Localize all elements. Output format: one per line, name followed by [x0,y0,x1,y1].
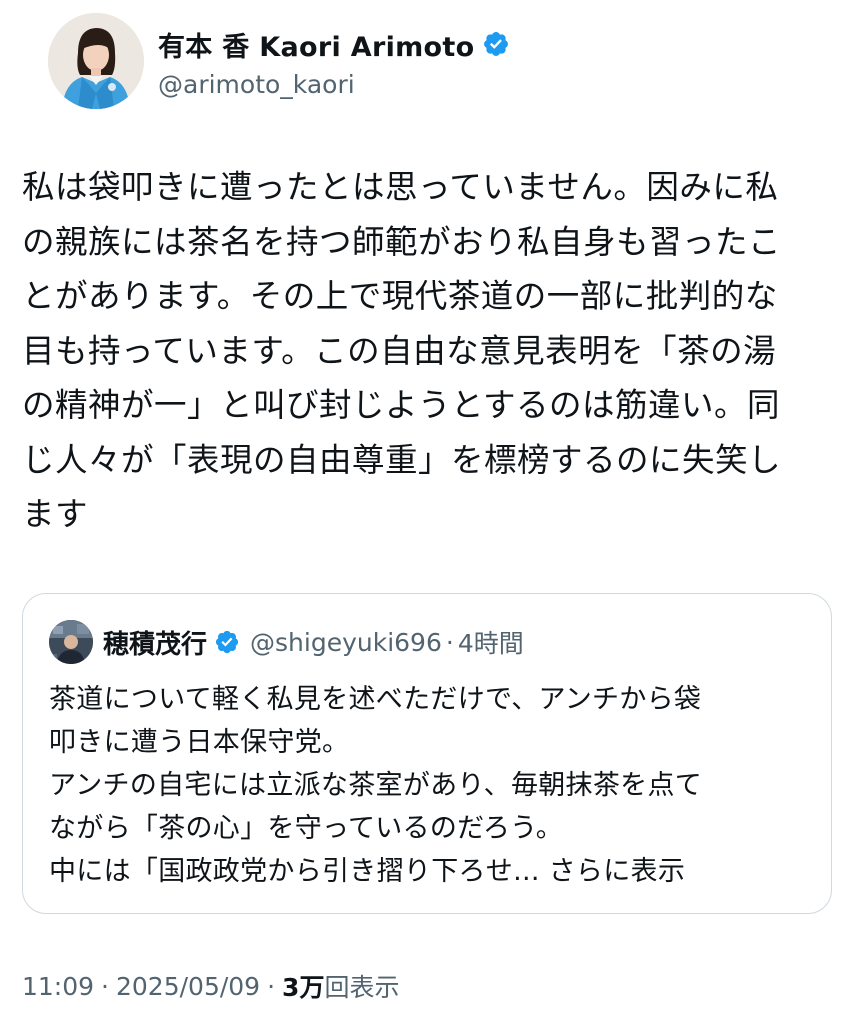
quoted-tweet-text: 茶道について軽く私見を述べただけで、アンチから袋 叩きに遭う日本保守党。 アンチ… [49,678,819,893]
tweet-header: 有本 香 Kaori Arimoto @arimoto_kaori [30,10,820,110]
show-more-link[interactable]: さらに表示 [540,856,685,887]
author-avatar[interactable] [48,13,144,109]
quoted-tweet-time[interactable]: 4時間 [458,624,524,660]
quoted-author-avatar[interactable] [49,620,93,664]
quoted-tweet-card[interactable]: 穂積茂行 @shigeyuki696 · 4時間 茶道について軽く私見を述べただ… [22,593,832,914]
tweet-time[interactable]: 11:09 [22,972,94,1001]
tweet-text-line: 目も持っています。この自由な意見表明を「茶の湯 [22,331,777,370]
tweet-text-line: の親族には茶名を持つ師範がおり私自身も習ったこ [22,222,782,261]
tweet-text-line: じ人々が「表現の自由尊重」を標榜するのに失笑し [22,440,782,479]
verified-badge-icon [482,30,510,58]
quoted-text-line: アンチの自宅には立派な茶室があり、毎朝抹茶を点て [49,770,703,801]
quoted-text-line: 叩きに遭う日本保守党。 [49,727,350,758]
separator-dot: · [267,971,276,1001]
tweet-text-line: とがあります。その上で現代茶道の一部に批判的な [22,277,778,315]
separator-dot: · [101,971,109,1001]
tweet-meta: 11:09 · 2025/05/09 · 3万 回表示 [22,966,399,1006]
author-handle[interactable]: @arimoto_kaori [158,70,355,99]
separator-dot: · [445,627,454,657]
quoted-text-line: 茶道について軽く私見を述べただけで、アンチから袋 [49,684,702,715]
author-name-row[interactable]: 有本 香 Kaori Arimoto [158,24,510,64]
quoted-author-name[interactable]: 穂積茂行 [103,624,207,661]
quoted-author-row[interactable]: 穂積茂行 @shigeyuki696 · 4時間 [103,620,524,664]
quoted-text-truncated: 中には「国政政党から引き摺り下ろせ... [49,856,540,887]
quoted-text-line-last: 中には「国政政党から引き摺り下ろせ... さらに表示 [49,850,819,893]
quoted-text-line: ながら「茶の心」を守っているのだろう。 [49,813,564,844]
tweet-text-line: ます [22,495,89,533]
quoted-author-handle[interactable]: @shigeyuki696 [250,628,442,657]
views-label: 回表示 [324,973,400,1002]
tweet-text-line: 私は袋叩きに遭ったとは思っていません。因みに私 [22,168,779,206]
tweet-text: 私は袋叩きに遭ったとは思っていません。因みに私 の親族には茶名を持つ師範がおり私… [22,160,842,542]
author-display-name[interactable]: 有本 香 Kaori Arimoto [158,25,474,64]
tweet-text-line: の精神が一」と叫び封じようとするのは筋違い。同 [22,386,781,424]
tweet-date[interactable]: 2025/05/09 [116,972,260,1001]
views-count[interactable]: 3万 [282,968,324,1004]
verified-badge-icon [214,629,240,655]
profile-photo-avatar [48,13,144,109]
